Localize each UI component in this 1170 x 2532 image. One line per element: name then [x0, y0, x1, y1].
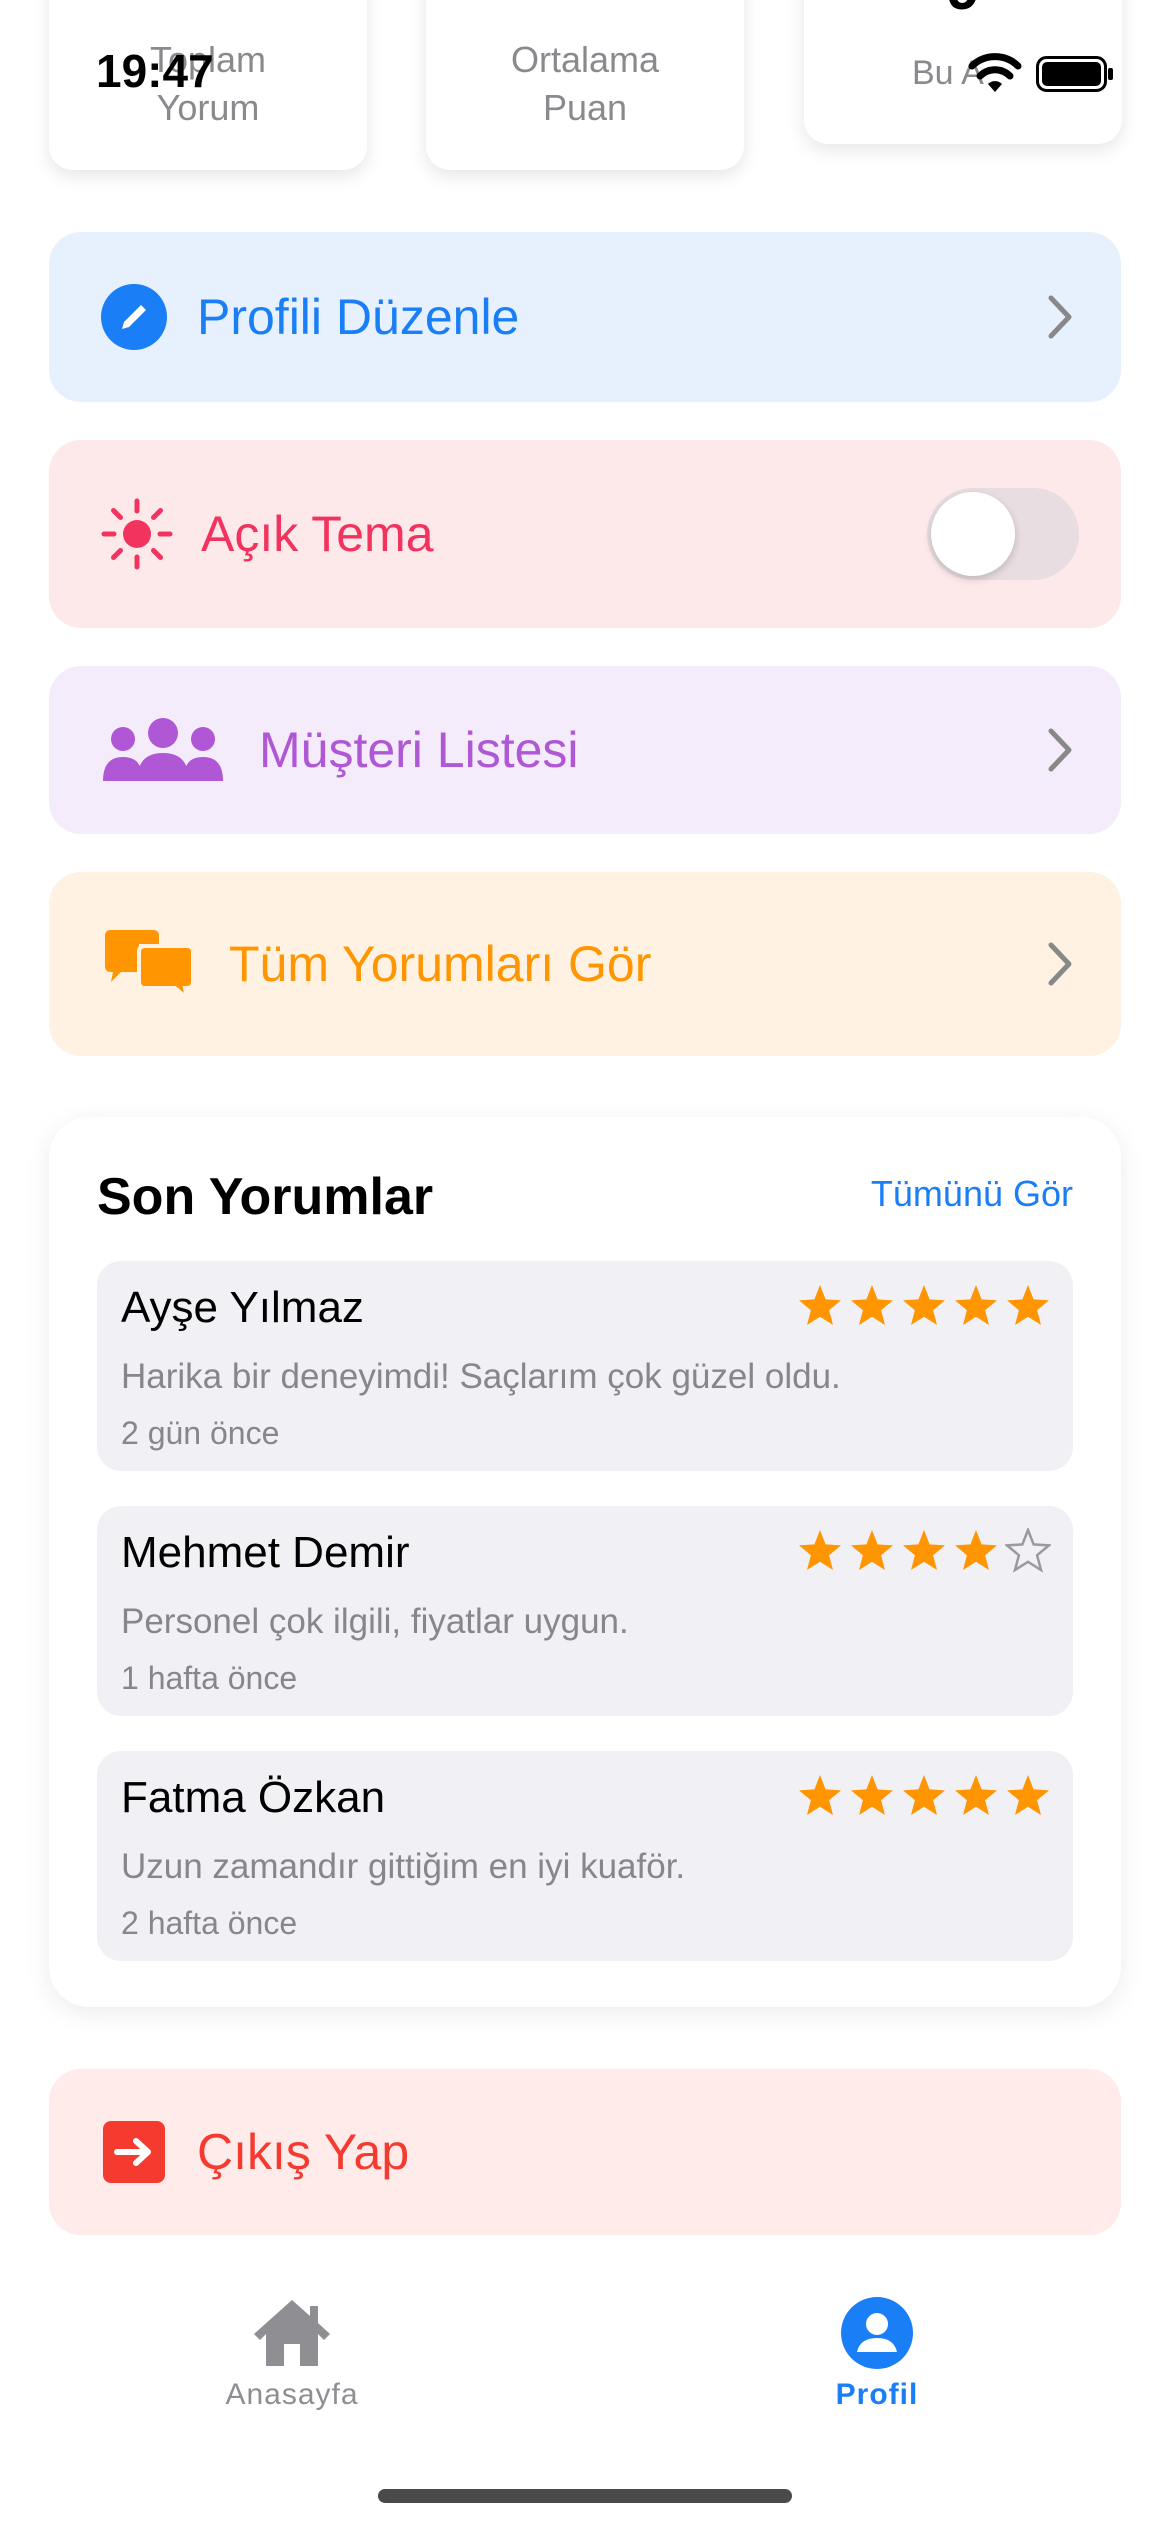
star-filled-icon — [903, 1775, 945, 1815]
all-reviews-row[interactable]: Tüm Yorumları Gör — [49, 872, 1121, 1056]
star-filled-icon — [851, 1530, 893, 1570]
star-filled-icon — [955, 1530, 997, 1570]
light-theme-row: Açık Tema — [49, 440, 1121, 628]
review-item[interactable]: Fatma Özkan Uzun zamandır gittiğim en iy… — [97, 1751, 1073, 1961]
star-filled-icon — [955, 1285, 997, 1325]
stat-label-line1: Ortalama — [510, 39, 660, 80]
toggle-knob — [931, 492, 1015, 576]
tab-home-label: Anasayfa — [225, 2378, 359, 2411]
star-rating — [797, 1283, 1051, 1329]
review-time: 1 hafta önce — [121, 1660, 298, 1696]
review-text: Harika bir deneyimdi! Saçlarım çok güzel… — [121, 1357, 841, 1396]
stat-label-line2: Puan — [542, 87, 628, 128]
chat-bubbles-icon — [101, 926, 197, 1004]
customer-list-row[interactable]: Müşteri Listesi — [49, 666, 1121, 834]
review-item[interactable]: Mehmet Demir Personel çok ilgili, fiyatl… — [97, 1506, 1073, 1716]
logout-label: Çıkış Yap — [197, 2124, 410, 2180]
review-text: Personel çok ilgili, fiyatlar uygun. — [121, 1602, 629, 1641]
star-rating — [797, 1773, 1051, 1819]
star-empty-icon — [1005, 1528, 1051, 1573]
house-icon — [250, 2296, 334, 2370]
star-rating — [797, 1528, 1051, 1574]
edit-profile-label: Profili Düzenle — [197, 289, 520, 345]
review-item[interactable]: Ayşe Yılmaz Harika bir deneyimdi! Saçlar… — [97, 1261, 1073, 1471]
review-time: 2 hafta önce — [121, 1905, 298, 1941]
logout-icon — [103, 2121, 165, 2183]
star-filled-icon — [903, 1285, 945, 1325]
tab-profile-label: Profil — [835, 2378, 919, 2411]
tab-home[interactable]: Anasayfa — [142, 2296, 442, 2412]
star-filled-icon — [903, 1530, 945, 1570]
recent-reviews-card: Son Yorumlar Tümünü Gör Ayşe Yılmaz Hari… — [49, 1117, 1121, 2007]
reviewer-name: Mehmet Demir — [121, 1528, 410, 1577]
pencil-icon — [101, 284, 167, 350]
star-filled-icon — [799, 1530, 841, 1570]
review-time: 2 gün önce — [121, 1415, 280, 1451]
status-time: 19:47 — [96, 45, 214, 97]
person-circle-icon — [840, 2296, 914, 2370]
edit-profile-row[interactable]: Profili Düzenle — [49, 232, 1121, 402]
chevron-right-icon — [1048, 942, 1072, 986]
sun-icon — [101, 498, 173, 570]
home-indicator — [378, 2489, 792, 2503]
tab-profile[interactable]: Profil — [727, 2296, 1027, 2412]
stat-value: 9 — [804, 0, 1122, 23]
star-filled-icon — [955, 1775, 997, 1815]
chevron-right-icon — [1048, 728, 1072, 772]
customer-list-label: Müşteri Listesi — [259, 722, 579, 778]
star-filled-icon — [799, 1285, 841, 1325]
all-reviews-label: Tüm Yorumları Gör — [229, 936, 652, 992]
recent-reviews-title: Son Yorumlar — [97, 1168, 434, 1226]
star-filled-icon — [799, 1775, 841, 1815]
star-filled-icon — [851, 1775, 893, 1815]
star-filled-icon — [851, 1285, 893, 1325]
reviewer-name: Fatma Özkan — [121, 1773, 386, 1822]
star-filled-icon — [1007, 1775, 1049, 1815]
chevron-right-icon — [1048, 295, 1072, 339]
star-filled-icon — [1007, 1285, 1049, 1325]
logout-button[interactable]: Çıkış Yap — [49, 2069, 1121, 2235]
light-theme-label: Açık Tema — [201, 506, 434, 562]
theme-toggle[interactable] — [927, 488, 1079, 580]
wifi-icon — [968, 52, 1022, 99]
stat-card-average-rating: Ortalama Puan — [426, 0, 744, 170]
see-all-link[interactable]: Tümünü Gör — [871, 1173, 1073, 1215]
reviewer-name: Ayşe Yılmaz — [121, 1283, 364, 1332]
battery-icon — [1036, 56, 1114, 97]
review-text: Uzun zamandır gittiğim en iyi kuaför. — [121, 1847, 686, 1886]
people-icon — [101, 715, 225, 785]
